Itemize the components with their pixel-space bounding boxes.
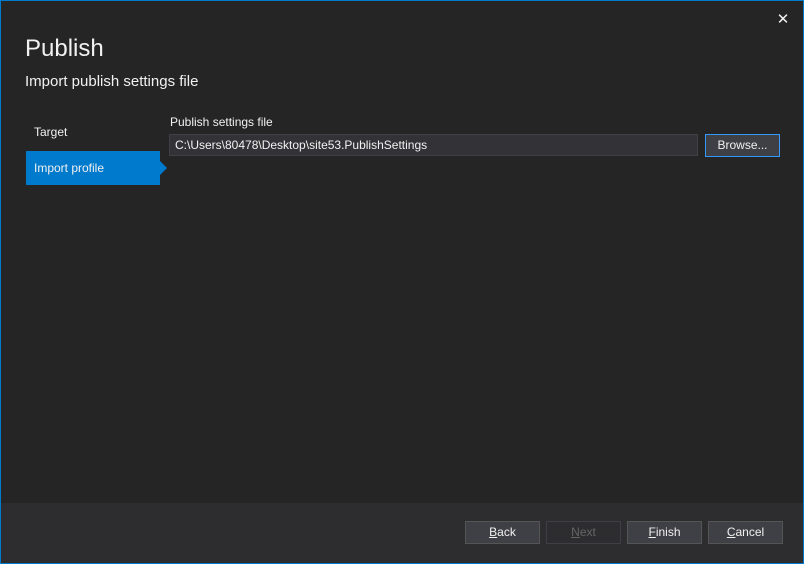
dialog-title: Publish (25, 35, 104, 62)
close-icon[interactable]: ✕ (773, 10, 793, 30)
finish-label-rest: inish (655, 525, 681, 539)
back-button[interactable]: Back (465, 521, 540, 544)
browse-button[interactable]: Browse... (705, 134, 780, 157)
publish-settings-file-label: Publish settings file (170, 115, 273, 129)
dialog-footer: Back Next Finish Cancel (1, 503, 803, 563)
back-access-key: B (489, 525, 498, 539)
nav-item-target[interactable]: Target (26, 115, 160, 149)
publish-dialog: ✕ Publish Import publish settings file T… (0, 0, 804, 564)
cancel-button[interactable]: Cancel (708, 521, 783, 544)
back-label-rest: ack (497, 525, 516, 539)
next-button[interactable]: Next (546, 521, 621, 544)
finish-button[interactable]: Finish (627, 521, 702, 544)
nav-item-import-profile[interactable]: Import profile (26, 151, 167, 185)
publish-settings-file-input[interactable] (169, 134, 698, 156)
wizard-nav: Target Import profile (26, 115, 176, 187)
next-label-rest: ext (579, 525, 596, 539)
next-access-key: N (571, 525, 580, 539)
dialog-subtitle: Import publish settings file (25, 73, 199, 90)
finish-access-key: F (648, 525, 656, 539)
cancel-label-rest: ancel (735, 525, 765, 539)
